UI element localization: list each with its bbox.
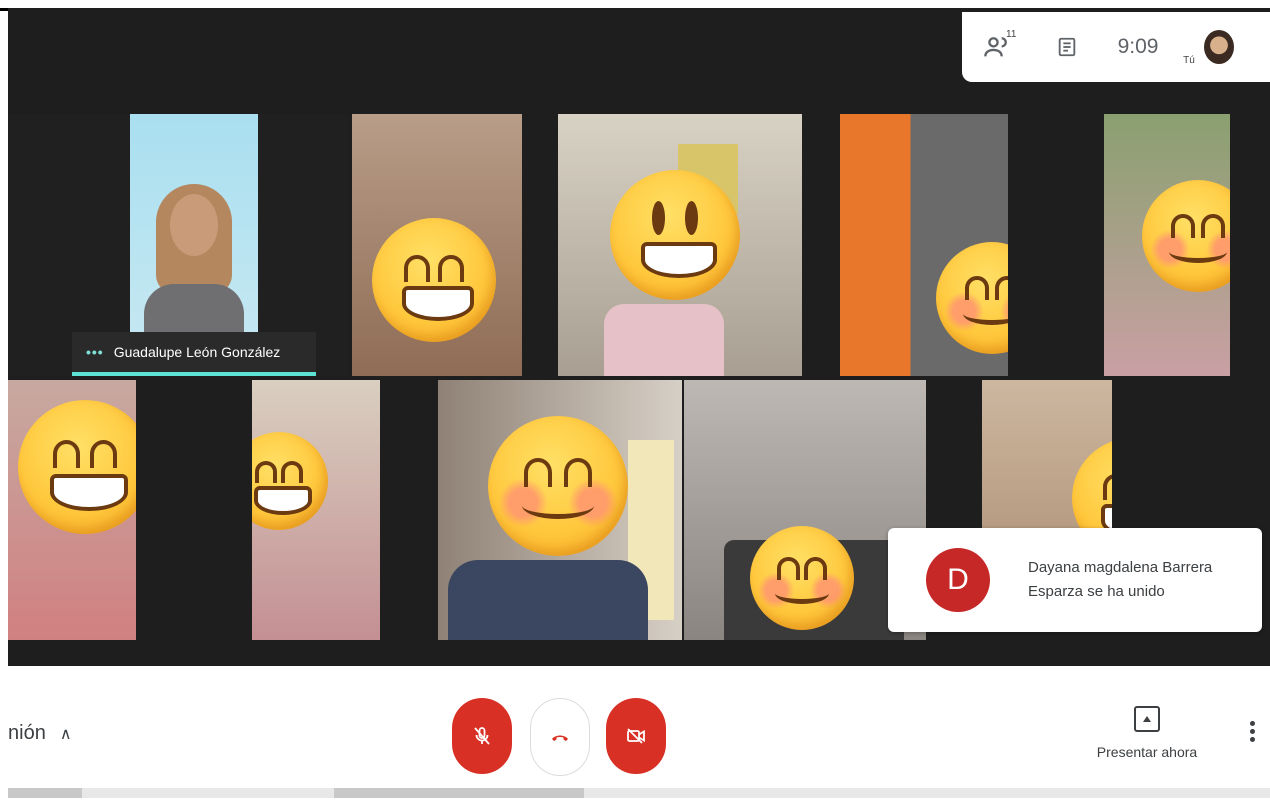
present-screen-icon (1134, 706, 1160, 732)
smiling-emoji-icon (1142, 180, 1230, 292)
video-tile-teacher[interactable]: ••• Guadalupe León González (8, 114, 348, 376)
mic-off-icon (474, 727, 490, 745)
meet-window: ••• Guadalupe León González D Dayana mag… (8, 8, 1270, 798)
video-tile-2[interactable] (352, 114, 522, 376)
video-tile-3[interactable] (558, 114, 802, 376)
clock: 9:09 (1117, 35, 1159, 58)
speaker-name: Guadalupe León González (113, 344, 281, 360)
camera-toggle-button[interactable] (606, 698, 666, 774)
speaker-name-bar: ••• Guadalupe León González (72, 332, 316, 372)
you-label: Tú (1183, 54, 1195, 66)
grinning-emoji-icon (18, 400, 136, 534)
speaking-dots-icon: ••• (86, 344, 104, 360)
speaking-indicator (72, 372, 316, 376)
present-now-button[interactable]: Presentar ahora (1082, 706, 1212, 760)
video-tile-8[interactable] (438, 380, 682, 640)
participants-button[interactable]: 11 (962, 27, 1032, 67)
bottom-controls-bar: nión ∧ Presentar ahora (8, 666, 1270, 792)
meeting-details-button[interactable]: nión ∧ (8, 722, 72, 745)
present-label: Presentar ahora (1096, 744, 1198, 760)
chevron-up-icon: ∧ (59, 726, 72, 743)
smiling-emoji-icon (750, 526, 854, 630)
grinning-emoji-icon (372, 218, 496, 342)
participants-count: 11 (1006, 29, 1017, 40)
smiling-emoji-icon (936, 242, 1008, 354)
join-notification: D Dayana magdalena Barrera Esparza se ha… (888, 528, 1262, 632)
participant-avatar: D (926, 548, 990, 612)
mic-toggle-button[interactable] (452, 698, 512, 774)
meeting-label: nión (8, 722, 46, 744)
video-tile-4[interactable] (840, 114, 1008, 376)
grinning-emoji-icon (1072, 438, 1112, 540)
horizontal-scrollbar[interactable] (8, 788, 1270, 798)
join-message: Dayana magdalena Barrera Esparza se ha u… (1028, 559, 1213, 600)
grinning-emoji-icon (252, 432, 328, 530)
hang-up-icon (552, 735, 568, 741)
video-tile-6[interactable] (8, 380, 136, 640)
camera-off-icon (627, 728, 645, 744)
smiley-emoji-icon (610, 170, 740, 300)
video-tile-10[interactable] (982, 380, 1112, 540)
chat-icon (1058, 37, 1076, 57)
video-tile-5[interactable] (1104, 114, 1230, 376)
video-tile-7[interactable] (252, 380, 380, 640)
end-call-button[interactable] (530, 698, 590, 776)
more-vert-icon (1250, 721, 1255, 726)
top-toolbar: 11 9:09 Tú (962, 12, 1270, 82)
smiling-emoji-icon (488, 416, 628, 556)
scrollbar-segment (8, 788, 82, 798)
chat-button[interactable] (1032, 27, 1102, 67)
self-avatar[interactable] (1204, 30, 1234, 64)
scrollbar-thumb[interactable] (334, 788, 584, 798)
more-options-button[interactable] (1250, 718, 1256, 745)
